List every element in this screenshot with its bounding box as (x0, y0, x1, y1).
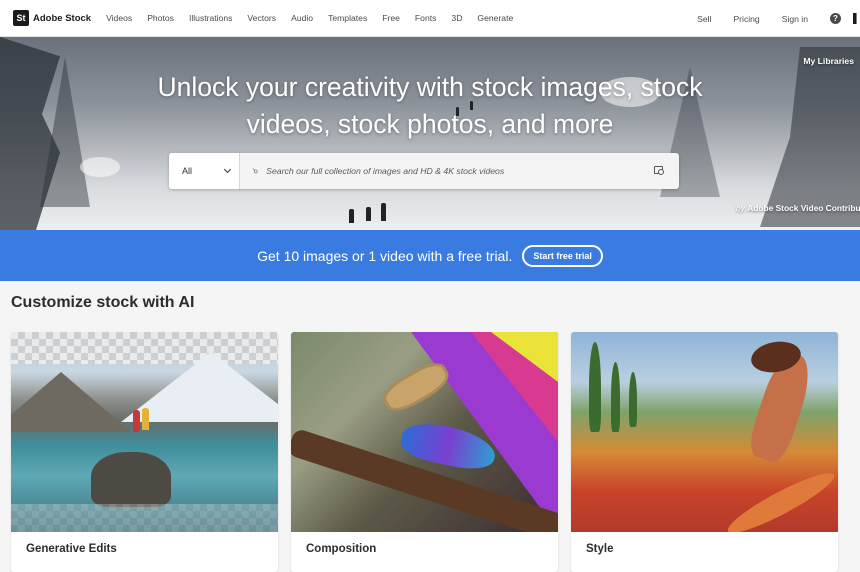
card-label: Composition (306, 543, 377, 555)
magnifier-lens-shape (658, 168, 664, 175)
nav-item-videos[interactable]: Videos (106, 13, 132, 23)
hero-title: Unlock your creativity with stock images… (157, 72, 703, 139)
rocky-mountain-shape (11, 372, 131, 432)
search-icon: ⌕ (249, 167, 262, 175)
visual-search-icon[interactable] (654, 165, 666, 177)
rock-shape (91, 452, 171, 507)
adobe-stock-logo[interactable]: St Adobe Stock (13, 10, 91, 26)
card-style[interactable]: Style (571, 332, 838, 572)
hero-banner: Unlock your creativity with stock images… (0, 37, 860, 230)
main-nav: Videos Photos Illustrations Vectors Audi… (106, 13, 528, 23)
nav-item-audio[interactable]: Audio (291, 13, 313, 23)
search-category-dropdown[interactable]: All (169, 153, 240, 189)
cypress-tree-shape (611, 362, 620, 432)
nav-item-templates[interactable]: Templates (328, 13, 367, 23)
nav-item-vectors[interactable]: Vectors (247, 13, 276, 23)
card-image-lake (11, 332, 278, 532)
nav-item-sell[interactable]: Sell (697, 14, 711, 24)
chevron-down-icon (223, 165, 232, 174)
nav-item-3d[interactable]: 3D (451, 13, 462, 23)
card-image-surfer (571, 332, 838, 532)
free-trial-banner: Get 10 images or 1 video with a free tri… (0, 230, 860, 281)
search-bar: All ⌕ (169, 153, 679, 189)
section-title: Customize stock with AI (11, 294, 195, 311)
card-generative-edits[interactable]: Generative Edits (11, 332, 278, 572)
nav-item-pricing[interactable]: Pricing (733, 14, 759, 24)
snow-decoration (80, 157, 120, 177)
yellow-triangle-shape (491, 332, 558, 382)
search-input[interactable] (266, 154, 654, 188)
credit-by: by (736, 203, 745, 213)
nav-item-illustrations[interactable]: Illustrations (189, 13, 232, 23)
cypress-tree-shape (629, 372, 637, 427)
start-free-trial-button[interactable]: Start free trial (522, 244, 603, 267)
credit-contributor-link[interactable]: Adobe Stock Video Contributor (747, 203, 860, 213)
nav-item-fonts[interactable]: Fonts (415, 13, 437, 23)
nav-right: Sell Pricing Sign in ? ▌ (675, 0, 860, 37)
nav-item-free[interactable]: Free (382, 13, 400, 23)
nav-item-photos[interactable]: Photos (147, 13, 174, 23)
top-navigation-bar: St Adobe Stock Videos Photos Illustratio… (0, 0, 860, 37)
card-label: Style (586, 543, 614, 555)
skier-figure (381, 203, 386, 221)
free-trial-text: Get 10 images or 1 video with a free tri… (257, 247, 513, 264)
nav-item-sign-in[interactable]: Sign in (782, 14, 808, 24)
brand-badge-icon: St (13, 10, 29, 26)
skier-figure (366, 207, 371, 221)
card-image-chameleon (291, 332, 558, 532)
surfboard-shape (722, 465, 838, 532)
nav-item-generate[interactable]: Generate (477, 13, 513, 23)
search-category-value: All (182, 166, 193, 176)
transparency-checker-pattern (11, 504, 278, 532)
person-red-jacket (133, 410, 140, 432)
card-composition[interactable]: Composition (291, 332, 558, 572)
card-label: Generative Edits (26, 543, 117, 555)
profile-icon[interactable]: ▌ (853, 13, 859, 24)
brand-name: Adobe Stock (33, 12, 92, 24)
person-yellow-jacket (142, 408, 149, 430)
cypress-tree-shape (589, 342, 601, 432)
image-credit: by Adobe Stock Video Contributor (736, 203, 860, 213)
tree-right-decoration (760, 47, 860, 227)
skier-figure (349, 209, 354, 223)
help-icon[interactable]: ? (830, 13, 841, 24)
my-libraries-link[interactable]: My Libraries (803, 56, 854, 66)
